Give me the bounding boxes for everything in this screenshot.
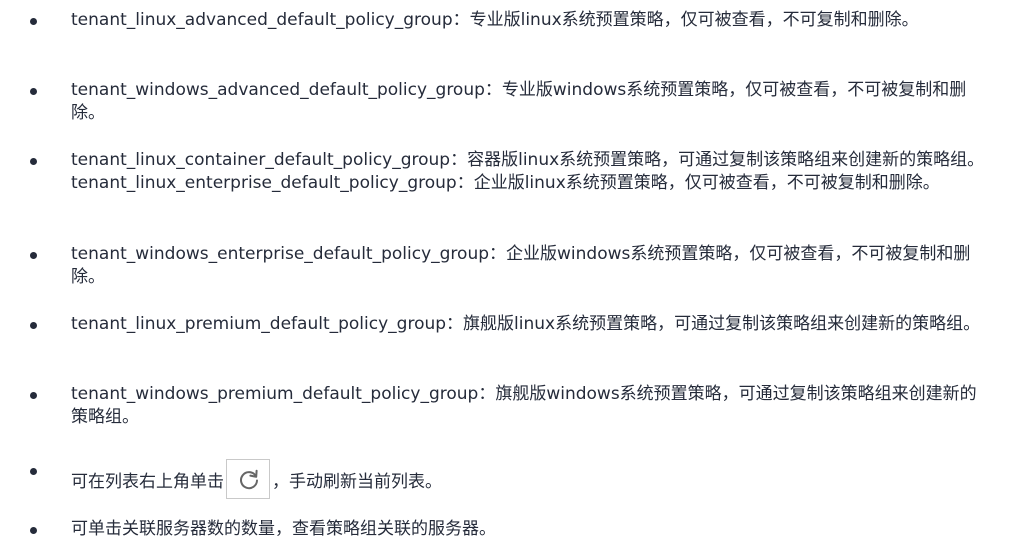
list-item-text: 可单击关联服务器数的数量，查看策略组关联的服务器。	[71, 519, 496, 539]
bullet-icon	[30, 322, 37, 329]
refresh-icon	[240, 469, 258, 490]
list-item-text: tenant_windows_enterprise_default_policy…	[71, 244, 971, 287]
refresh-instruction-before: 可在列表右上角单击	[71, 472, 224, 492]
bullet-icon	[30, 252, 37, 259]
list-item: tenant_linux_premium_default_policy_grou…	[30, 313, 981, 336]
list-item: 可单击关联服务器数的数量，查看策略组关联的服务器。	[30, 518, 496, 541]
list-item: tenant_windows_premium_default_policy_gr…	[30, 383, 991, 429]
list-item-text: tenant_windows_advanced_default_policy_g…	[71, 80, 967, 123]
list-item: 可在列表右上角单击 ，手动刷新当前列表。	[30, 459, 442, 499]
bullet-icon	[30, 392, 37, 399]
refresh-button[interactable]	[226, 459, 270, 499]
bullet-icon	[30, 18, 37, 25]
list-item: tenant_linux_container_default_policy_gr…	[30, 149, 991, 195]
list-item: tenant_windows_enterprise_default_policy…	[30, 243, 991, 289]
list-item: tenant_windows_advanced_default_policy_g…	[30, 79, 991, 125]
bullet-icon	[30, 468, 37, 475]
bullet-icon	[30, 158, 37, 165]
bullet-icon	[30, 88, 37, 95]
list-item-text: tenant_linux_premium_default_policy_grou…	[71, 314, 981, 334]
list-item-text: tenant_linux_container_default_policy_gr…	[71, 150, 985, 193]
refresh-instruction-after: ，手动刷新当前列表。	[272, 472, 442, 492]
bullet-icon	[30, 527, 37, 534]
list-item-text: tenant_windows_premium_default_policy_gr…	[71, 384, 977, 427]
list-item: tenant_linux_advanced_default_policy_gro…	[30, 9, 919, 32]
list-item-text: tenant_linux_advanced_default_policy_gro…	[71, 10, 919, 30]
list-item-text: 可在列表右上角单击 ，手动刷新当前列表。	[71, 459, 442, 499]
